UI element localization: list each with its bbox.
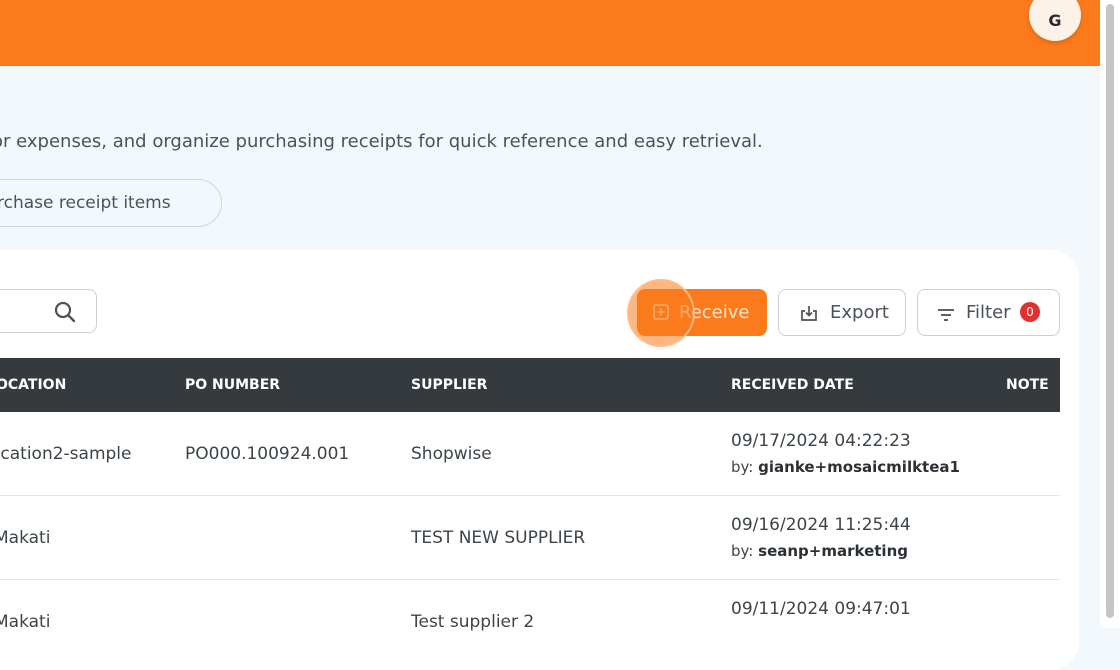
cell-received-by: by: seanp+marketing: [731, 542, 908, 560]
filter-icon: [937, 306, 955, 327]
filter-count-badge: 0: [1020, 302, 1040, 322]
received-by-user: seanp+marketing: [758, 542, 908, 560]
export-button[interactable]: Export: [778, 289, 906, 336]
column-header-received-date[interactable]: RECEIVED DATE: [731, 377, 854, 393]
scrollbar-thumb[interactable]: [1106, 4, 1114, 618]
search-icon[interactable]: [54, 301, 76, 327]
column-header-po-number[interactable]: PO NUMBER: [185, 377, 280, 393]
received-by-user: gianke+mosaicmilktea1: [758, 458, 960, 476]
column-header-supplier[interactable]: SUPPLIER: [411, 377, 487, 393]
table-header: OCATION PO NUMBER SUPPLIER RECEIVED DATE…: [0, 358, 1060, 412]
filter-button[interactable]: Filter 0: [917, 289, 1060, 336]
tab-purchase-receipt-items[interactable]: rchase receipt items: [0, 179, 222, 227]
cell-received-by: by: gianke+mosaicmilktea1: [731, 458, 960, 476]
tab-label: rchase receipt items: [0, 193, 171, 213]
column-header-location[interactable]: OCATION: [0, 377, 66, 393]
cell-po-number: PO000.100924.001: [185, 444, 350, 464]
cell-received-date: 09/17/2024 04:22:23: [731, 431, 911, 451]
received-by-prefix: by:: [731, 458, 754, 476]
cell-received-date: 09/16/2024 11:25:44: [731, 515, 911, 535]
avatar-initial: G: [1048, 10, 1062, 30]
cell-location: ocation2-sample: [0, 444, 132, 464]
cell-location: Makati: [0, 612, 51, 632]
table-row[interactable]: Makati TEST NEW SUPPLIER 09/16/2024 11:2…: [0, 496, 1060, 580]
export-label: Export: [830, 302, 889, 323]
search-input[interactable]: [0, 289, 97, 333]
received-by-prefix: by:: [731, 542, 754, 560]
filter-label: Filter: [966, 302, 1011, 323]
cell-supplier: Shopwise: [411, 444, 492, 464]
cell-received-date: 09/11/2024 09:47:01: [731, 599, 911, 619]
cell-location: Makati: [0, 528, 51, 548]
click-indicator: [627, 279, 695, 347]
cell-supplier: TEST NEW SUPPLIER: [411, 528, 586, 548]
column-header-note[interactable]: NOTE: [1006, 377, 1049, 393]
table-row[interactable]: ocation2-sample PO000.100924.001 Shopwis…: [0, 412, 1060, 496]
cell-supplier: Test supplier 2: [411, 612, 535, 632]
table-row[interactable]: Makati Test supplier 2 09/11/2024 09:47:…: [0, 580, 1060, 664]
page-description: or expenses, and organize purchasing rec…: [0, 131, 763, 152]
top-bar: [0, 0, 1100, 66]
download-icon: [800, 304, 818, 327]
